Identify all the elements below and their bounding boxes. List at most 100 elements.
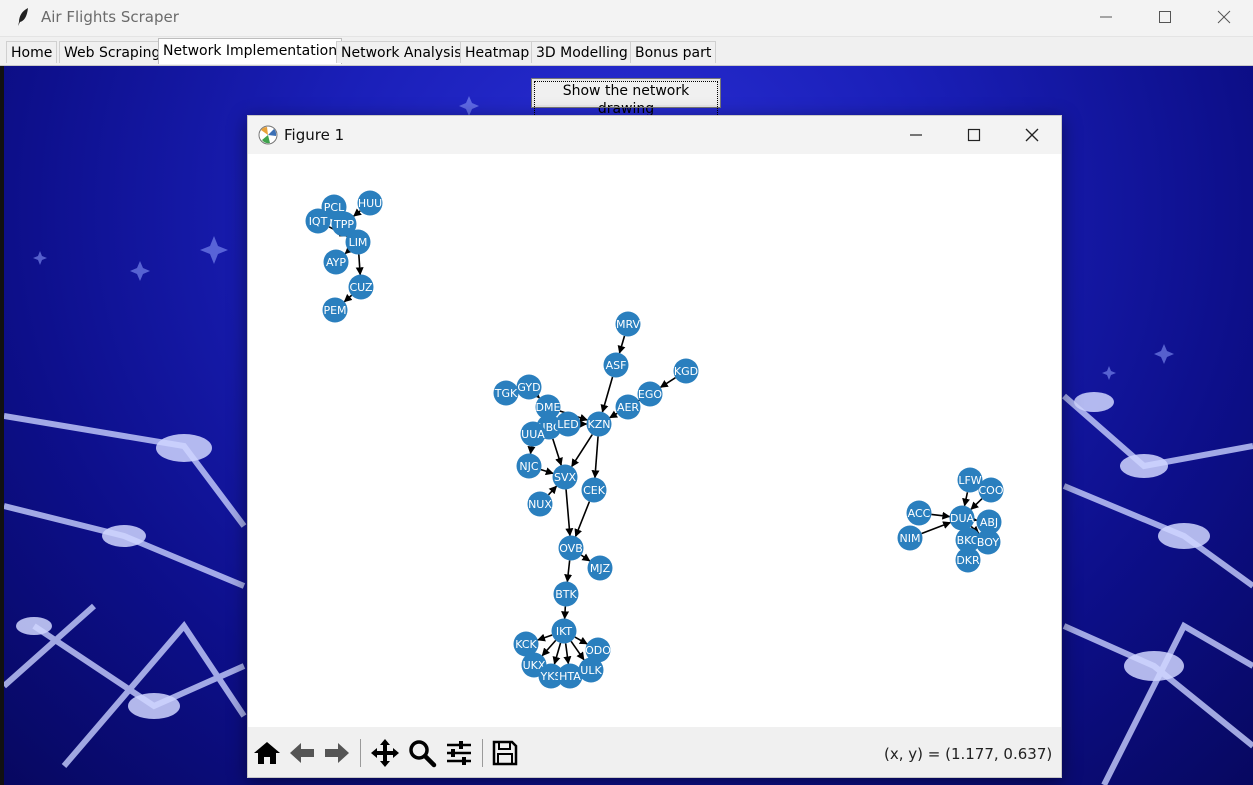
graph-edge	[552, 642, 562, 665]
figure-minimize-button[interactable]	[888, 118, 944, 152]
tab-web-scraping[interactable]: Web Scraping	[59, 41, 166, 63]
graph-node-label: AER	[617, 401, 639, 414]
graph-edge	[921, 521, 952, 535]
graph-node: MJZ	[587, 555, 613, 581]
graph-node-label: MRV	[616, 318, 641, 331]
graph-node: KGD	[673, 358, 699, 384]
graph-node-label: IQT	[309, 215, 328, 228]
graph-node-label: BTK	[555, 588, 577, 601]
forward-button[interactable]	[321, 737, 353, 769]
graph-node-label: TPP	[333, 218, 354, 231]
graph-edge	[344, 245, 354, 255]
save-icon	[492, 740, 518, 766]
feather-icon	[14, 7, 34, 27]
minimize-icon	[1100, 16, 1112, 18]
minimize-icon	[910, 134, 922, 136]
graph-node: ULK	[578, 657, 604, 683]
graph-node: AER	[615, 394, 641, 420]
close-icon	[1217, 10, 1231, 24]
network-graph: PCL HUUIQT TPPLIMAYPCUZPEMMRVASF KGDEGOAERT…	[305, 190, 1004, 689]
graph-node: SVX	[552, 464, 578, 490]
graph-node-label: CEK	[583, 484, 606, 497]
graph-edge	[570, 640, 585, 661]
graph-node: KZN	[586, 411, 612, 437]
graph-edge	[343, 293, 353, 303]
back-button[interactable]	[286, 737, 318, 769]
graph-edge	[540, 467, 554, 476]
configure-subplots-button[interactable]	[443, 737, 475, 769]
minimize-button[interactable]	[1077, 0, 1135, 34]
graph-node-label: EGO	[638, 388, 662, 401]
graph-node-label: GYD	[517, 381, 540, 394]
tab-bonus-part[interactable]: Bonus part	[630, 41, 717, 63]
home-button[interactable]	[251, 737, 283, 769]
graph-edges	[328, 208, 983, 665]
graph-node-label: ODO	[585, 644, 611, 657]
graph-edge	[531, 389, 540, 399]
graph-edge	[580, 553, 591, 562]
graph-edge	[931, 511, 951, 520]
graph-node: LED	[555, 411, 581, 437]
graph-node: TGK	[493, 380, 519, 406]
figure-title: Figure 1	[284, 126, 345, 144]
graph-edge	[353, 208, 362, 217]
graph-node: CUZ	[348, 274, 374, 300]
save-button[interactable]	[489, 737, 521, 769]
cursor-coordinates: (x, y) = (1.177, 0.637)	[884, 745, 1053, 763]
graph-edge	[591, 436, 600, 479]
pan-button[interactable]	[369, 737, 401, 769]
tab-network-implementation[interactable]: Network Implementation	[158, 38, 343, 64]
graph-edge	[962, 492, 970, 507]
tab-network-analysis[interactable]: Network Analysis	[336, 41, 467, 63]
graph-node-label: ACC	[908, 507, 931, 520]
window-title: Air Flights Scraper	[41, 8, 179, 26]
graph-node-label: ULK	[580, 664, 602, 677]
graph-edge	[552, 438, 563, 466]
window-titlebar: Air Flights Scraper	[0, 0, 1253, 37]
graph-node-label: COO	[979, 484, 1004, 497]
graph-edge	[561, 606, 570, 620]
configure-subplots-icon	[447, 741, 471, 765]
graph-node: DUA	[949, 505, 975, 531]
graph-node-label: NJC	[519, 460, 538, 473]
show-network-button[interactable]: Show the network drawing	[531, 78, 721, 119]
graph-node: IQT	[305, 208, 331, 234]
zoom-button[interactable]	[406, 737, 438, 769]
graph-node-label: DUA	[950, 512, 975, 525]
graph-node-label: DKR	[956, 554, 980, 567]
home-icon	[254, 742, 280, 764]
graph-node-label: HTA	[559, 670, 581, 683]
graph-edge	[527, 445, 536, 455]
graph-edge	[659, 377, 676, 388]
zoom-icon	[409, 740, 437, 768]
tab-3d-modelling[interactable]: 3D Modelling	[531, 41, 633, 63]
figure-close-button[interactable]	[1004, 118, 1060, 152]
pan-icon	[371, 739, 399, 767]
graph-node: MRV	[615, 311, 641, 337]
close-button[interactable]	[1195, 0, 1253, 34]
graph-node: LIM	[345, 229, 371, 255]
tab-heatmap[interactable]: Heatmap	[460, 41, 535, 63]
graph-node: PEM	[322, 297, 348, 323]
graph-node: ACC	[906, 500, 932, 526]
graph-node-label: ABJ	[980, 516, 998, 529]
figure-window: Figure 1 PCL HUU IQT TPP LIM AYP CUZ PEM MRV ASF K…	[247, 115, 1062, 778]
figure-canvas[interactable]: PCL HUU IQT TPP LIM AYP CUZ PEM MRV ASF KGD EGO AER T…	[248, 154, 1061, 727]
graph-node: OVB	[558, 535, 584, 561]
graph-node-label: KGD	[674, 365, 698, 378]
figure-maximize-button[interactable]	[946, 118, 1002, 152]
graph-node: AYP	[323, 249, 349, 275]
graph-node-label: HUU	[358, 197, 382, 210]
graph-node-label: OVB	[559, 542, 583, 555]
maximize-button[interactable]	[1136, 0, 1194, 34]
graph-edge	[600, 376, 614, 413]
graph-node: BOY	[975, 529, 1001, 555]
graph-node: HUU	[357, 190, 383, 216]
graph-edge	[355, 254, 364, 276]
graph-edge	[537, 633, 553, 642]
graph-node: UUA	[520, 421, 546, 447]
tab-home[interactable]: Home	[6, 41, 58, 63]
tab-bar: Home Web Scraping Network Implementation…	[0, 37, 1253, 66]
graph-edge	[970, 498, 983, 510]
graph-node: NIM	[897, 525, 923, 551]
